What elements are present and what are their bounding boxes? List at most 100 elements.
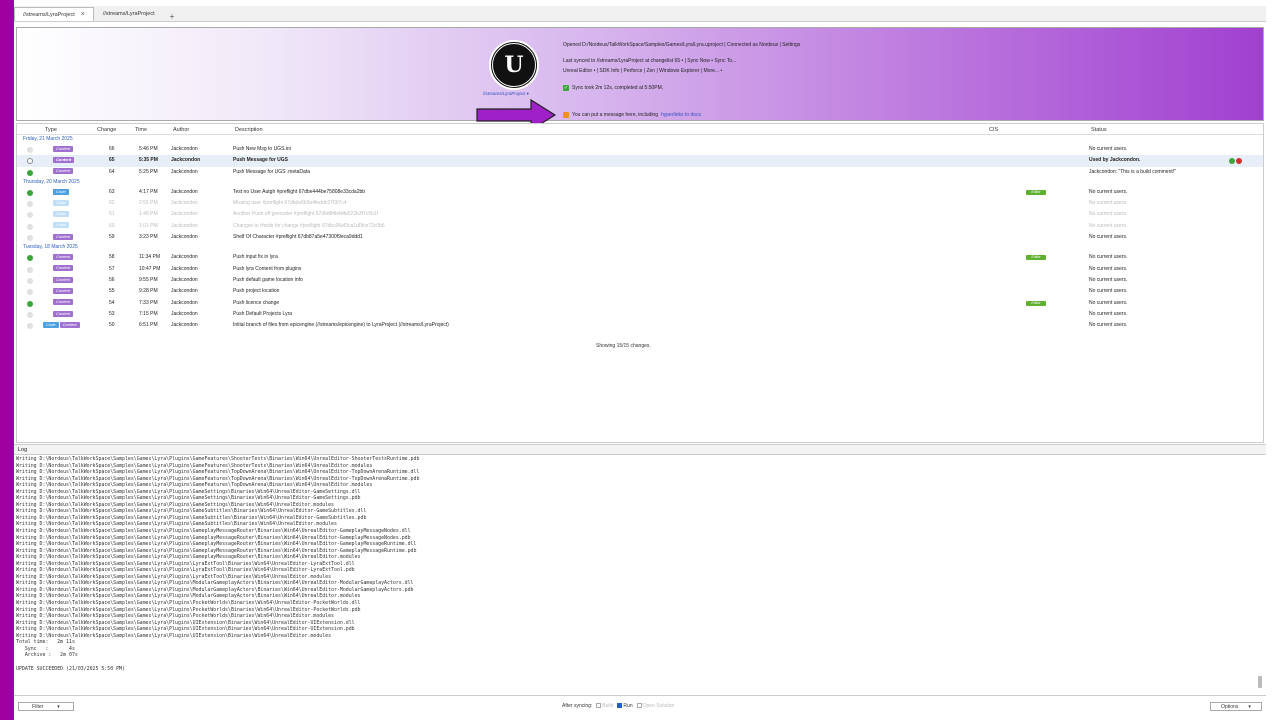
type-tag: Code bbox=[53, 211, 69, 218]
opened-project-line[interactable]: Opened D:/Nordeus/TalkWorkSpace/Samples/… bbox=[563, 42, 800, 48]
time-cell: 5:35 PM bbox=[139, 157, 158, 164]
description-cell: Missing user #preflight 67dbde6b3e4fedde… bbox=[233, 200, 347, 207]
log-scrollbar[interactable] bbox=[1258, 676, 1262, 688]
sync-state-icon bbox=[27, 189, 33, 196]
row-action-icons[interactable] bbox=[1229, 158, 1242, 165]
time-cell: 6:51 PM bbox=[139, 322, 158, 329]
type-cell: Content bbox=[53, 252, 74, 263]
status-header: U //streams/LyraProject ▾ Opened D:/Nord… bbox=[16, 27, 1264, 132]
table-row[interactable]: Content 64 5:25 PM Jackcondon Push Message f… bbox=[17, 167, 1263, 178]
type-tag: Code bbox=[53, 222, 69, 229]
column-cis[interactable]: CIS bbox=[989, 127, 998, 133]
table-row[interactable]: Content 53 7:15 PM Jackcondon Push Default P… bbox=[17, 309, 1263, 320]
table-row[interactable]: Content 66 5:46 PM Jackcondon Push New Msg t… bbox=[17, 144, 1263, 155]
filter-button[interactable]: Filter ▾ bbox=[18, 702, 74, 711]
author-cell: Jackcondon bbox=[171, 310, 198, 317]
description-cell: Push New Msg to UGS.ini bbox=[233, 146, 291, 152]
author-cell: Jackcondon bbox=[171, 188, 198, 195]
type-tag: Content bbox=[53, 254, 74, 261]
time-cell: 9:55 PM bbox=[139, 276, 158, 283]
table-row[interactable]: Code 60 1:01 PM Jackcondon Changes to Horde … bbox=[17, 221, 1263, 232]
status-cell: No current users. bbox=[1089, 200, 1128, 207]
sync-state-icon bbox=[27, 311, 33, 318]
time-cell: 9:28 PM bbox=[139, 288, 158, 295]
column-description[interactable]: Description bbox=[235, 127, 263, 133]
sync-state-icon bbox=[27, 300, 33, 307]
description-cell: Changes to Horde for change #preflight 6… bbox=[233, 222, 385, 229]
chevron-down-icon: ▾ bbox=[1248, 703, 1251, 710]
description-cell: Push Default Projects Lyra bbox=[233, 310, 293, 317]
column-time[interactable]: Time bbox=[135, 127, 147, 133]
description-cell: Push default game location info bbox=[233, 276, 303, 283]
type-cell: Content bbox=[53, 155, 75, 166]
close-icon[interactable]: × bbox=[81, 11, 85, 18]
sync-state-icon bbox=[27, 235, 33, 242]
sync-state-icon bbox=[27, 169, 33, 176]
tools-links-line[interactable]: Unreal Editor • | SDK Info | Perforce | … bbox=[563, 68, 722, 74]
options-button[interactable]: Options ▾ bbox=[1210, 702, 1262, 711]
description-cell: Push project location bbox=[233, 288, 280, 295]
after-sync-options: After syncing: Build Run Open Solution bbox=[562, 703, 675, 709]
sync-state-icon bbox=[27, 158, 33, 165]
column-type[interactable]: Type bbox=[45, 127, 57, 133]
table-row[interactable]: Content 58 11:34 PM Jackcondon Push input fi… bbox=[17, 252, 1263, 263]
sync-state-icon bbox=[27, 255, 33, 262]
check-icon: ✓ bbox=[563, 85, 569, 91]
table-row[interactable]: Content 59 3:23 PM Jackcondon Shelf Of Chara… bbox=[17, 232, 1263, 243]
warning-icon bbox=[563, 112, 569, 118]
description-cell: Push lyra Content from plugins bbox=[233, 265, 302, 272]
log-output[interactable]: Writing D:\Nordeus\TalkWorkSpace\Samples… bbox=[14, 456, 1266, 696]
type-tag: Content bbox=[53, 145, 74, 152]
date-group-header: Tuesday, 18 March 2025 bbox=[23, 244, 78, 251]
column-status[interactable]: Status bbox=[1091, 127, 1107, 133]
time-cell: 4:17 PM bbox=[139, 188, 158, 195]
table-row[interactable]: Content 57 10:47 PM Jackcondon Push lyra Con… bbox=[17, 264, 1263, 275]
sync-state-icon bbox=[27, 289, 33, 296]
type-tag: Content bbox=[53, 156, 75, 163]
build-checkbox[interactable]: Build bbox=[596, 703, 613, 709]
changelist-rows: Friday, 21 March 2025 Content 66 5:46 PM Jac… bbox=[17, 135, 1263, 331]
type-cell: Content bbox=[53, 144, 74, 155]
table-row[interactable]: Code Content 50 6:51 PM Jackcondon Initial br… bbox=[17, 320, 1263, 331]
docs-link[interactable]: hyperlinks to docs bbox=[661, 112, 701, 118]
author-cell: Jackcondon bbox=[171, 322, 198, 329]
editor-badge: Editor bbox=[1026, 255, 1046, 261]
tab-lyra-project[interactable]: //streams/LyraProject bbox=[94, 7, 164, 21]
tab-lyra-project-active[interactable]: //streams/LyraProject × bbox=[14, 7, 94, 21]
change-cell: 50 bbox=[109, 322, 115, 329]
status-cell: No current users. bbox=[1089, 234, 1128, 241]
custom-message: You can put a message here, including hy… bbox=[563, 112, 701, 118]
table-header: Type Change Time Author Description CIS … bbox=[17, 124, 1263, 135]
change-cell: 63 bbox=[109, 188, 115, 195]
time-cell: 7:33 PM bbox=[139, 299, 158, 306]
change-cell: 61 bbox=[109, 211, 115, 218]
table-row[interactable]: Content 65 5:35 PM Jackcondon Push Message f… bbox=[17, 155, 1263, 167]
status-cell: No current users. bbox=[1089, 254, 1128, 261]
status-cell: No current users. bbox=[1089, 310, 1128, 317]
table-row[interactable]: Content 54 7:33 PM Jackcondon Push licence c… bbox=[17, 298, 1263, 309]
add-tab-icon[interactable]: + bbox=[164, 12, 181, 21]
table-row[interactable]: Code 63 4:17 PM Jackcondon Test no User Autg… bbox=[17, 187, 1263, 198]
column-author[interactable]: Author bbox=[173, 127, 189, 133]
table-row[interactable]: Code 62 2:55 PM Jackcondon Missing user #pre… bbox=[17, 198, 1263, 209]
table-row[interactable]: Code 61 1:48 PM Jackcondon Another Push off … bbox=[17, 209, 1263, 220]
last-synced-line[interactable]: Last synced to //streams/LyraProject at … bbox=[563, 58, 736, 64]
change-cell: 53 bbox=[109, 310, 115, 317]
change-cell: 56 bbox=[109, 276, 115, 283]
status-cell: No current users. bbox=[1089, 222, 1128, 229]
table-row[interactable]: Content 56 9:55 PM Jackcondon Push default g… bbox=[17, 275, 1263, 286]
status-cell: No current users. bbox=[1089, 146, 1128, 152]
description-cell: Another Push off geocoder #preflight 67d… bbox=[233, 211, 379, 218]
run-checkbox[interactable]: Run bbox=[617, 703, 633, 709]
type-cell: Code bbox=[53, 209, 70, 220]
open-solution-checkbox[interactable]: Open Solution bbox=[636, 703, 674, 709]
author-cell: Jackcondon bbox=[171, 265, 198, 272]
stream-selector-link[interactable]: //streams/LyraProject ▾ bbox=[483, 91, 529, 97]
type-cell: Content bbox=[53, 232, 74, 243]
table-row[interactable]: Content 55 9:28 PM Jackcondon Push project l… bbox=[17, 286, 1263, 297]
time-cell: 11:34 PM bbox=[139, 254, 161, 261]
author-cell: Jackcondon bbox=[171, 200, 198, 207]
change-cell: 55 bbox=[109, 288, 115, 295]
column-change[interactable]: Change bbox=[97, 127, 116, 133]
time-cell: 1:01 PM bbox=[139, 222, 158, 229]
